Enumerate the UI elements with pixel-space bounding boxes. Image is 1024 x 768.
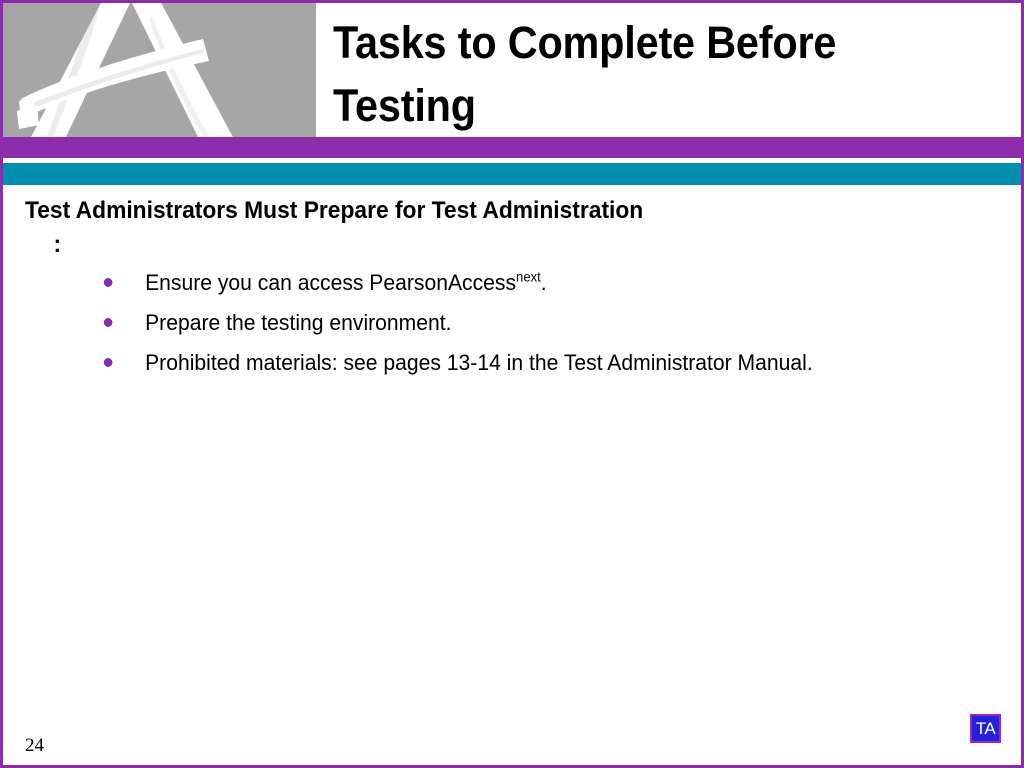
slide: Tasks to Complete Before Testing Test Ad…: [0, 0, 1024, 768]
brushstroke-letter-a-icon: [17, 3, 233, 137]
slide-body: Test Administrators Must Prepare for Tes…: [3, 185, 1021, 765]
slide-title: Tasks to Complete Before Testing: [333, 17, 837, 131]
list-item: Ensure you can access PearsonAccessnext.: [99, 263, 963, 303]
purple-divider-bar: [3, 137, 1021, 158]
bullet-text: Prohibited materials: see pages 13-14 in…: [145, 350, 813, 375]
teal-divider-bar: [3, 163, 1021, 185]
bullet-dot-icon: [103, 358, 113, 367]
bullet-superscript: next: [516, 269, 541, 285]
bullet-dot-icon: [103, 278, 113, 287]
bullet-dot-icon: [103, 318, 113, 327]
lead-heading: Test Administrators Must Prepare for Tes…: [25, 194, 937, 262]
list-item: Prohibited materials: see pages 13-14 in…: [99, 343, 963, 383]
lead-heading-text: Test Administrators Must Prepare for Tes…: [25, 197, 644, 224]
bullet-text-tail: .: [540, 270, 547, 295]
list-item: Prepare the testing environment.: [99, 303, 963, 343]
logo-box: [3, 3, 316, 137]
bullet-text: Prepare the testing environment.: [145, 310, 452, 335]
page-number: 24: [25, 735, 44, 756]
test-administrator-badge: TA: [970, 714, 1001, 743]
bullet-text: Ensure you can access PearsonAccess: [145, 270, 517, 295]
bullet-list: Ensure you can access PearsonAccessnext.…: [99, 263, 999, 383]
slide-header: Tasks to Complete Before Testing: [3, 3, 1021, 137]
lead-heading-colon: :: [53, 231, 62, 258]
